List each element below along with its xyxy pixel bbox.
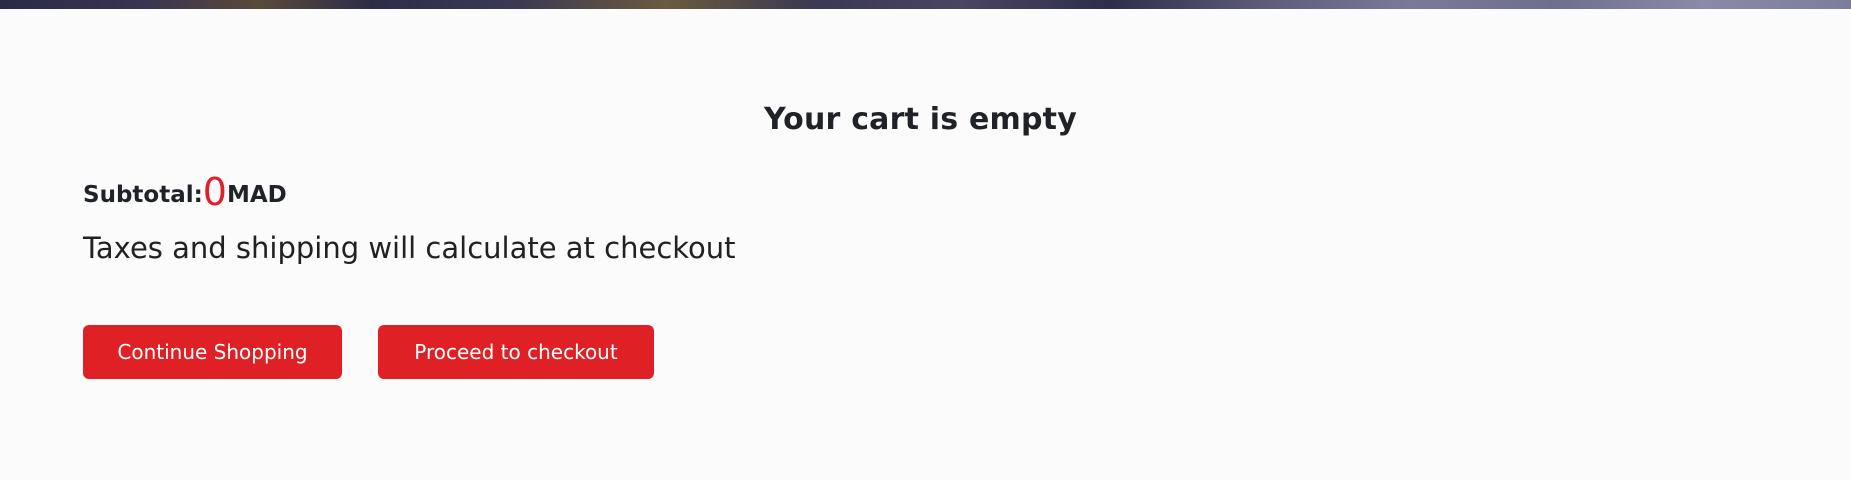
subtotal-row: Subtotal:0MAD <box>83 170 287 214</box>
page-title: Your cart is empty <box>764 102 1077 137</box>
subtotal-value: 0 <box>202 170 227 214</box>
subtotal-label: Subtotal: <box>83 182 203 208</box>
currency-label: MAD <box>226 182 287 208</box>
proceed-to-checkout-button[interactable]: Proceed to checkout <box>378 325 654 379</box>
hero-image-strip <box>0 0 1851 9</box>
tax-note: Taxes and shipping will calculate at che… <box>83 231 736 265</box>
continue-shopping-button[interactable]: Continue Shopping <box>83 325 342 379</box>
